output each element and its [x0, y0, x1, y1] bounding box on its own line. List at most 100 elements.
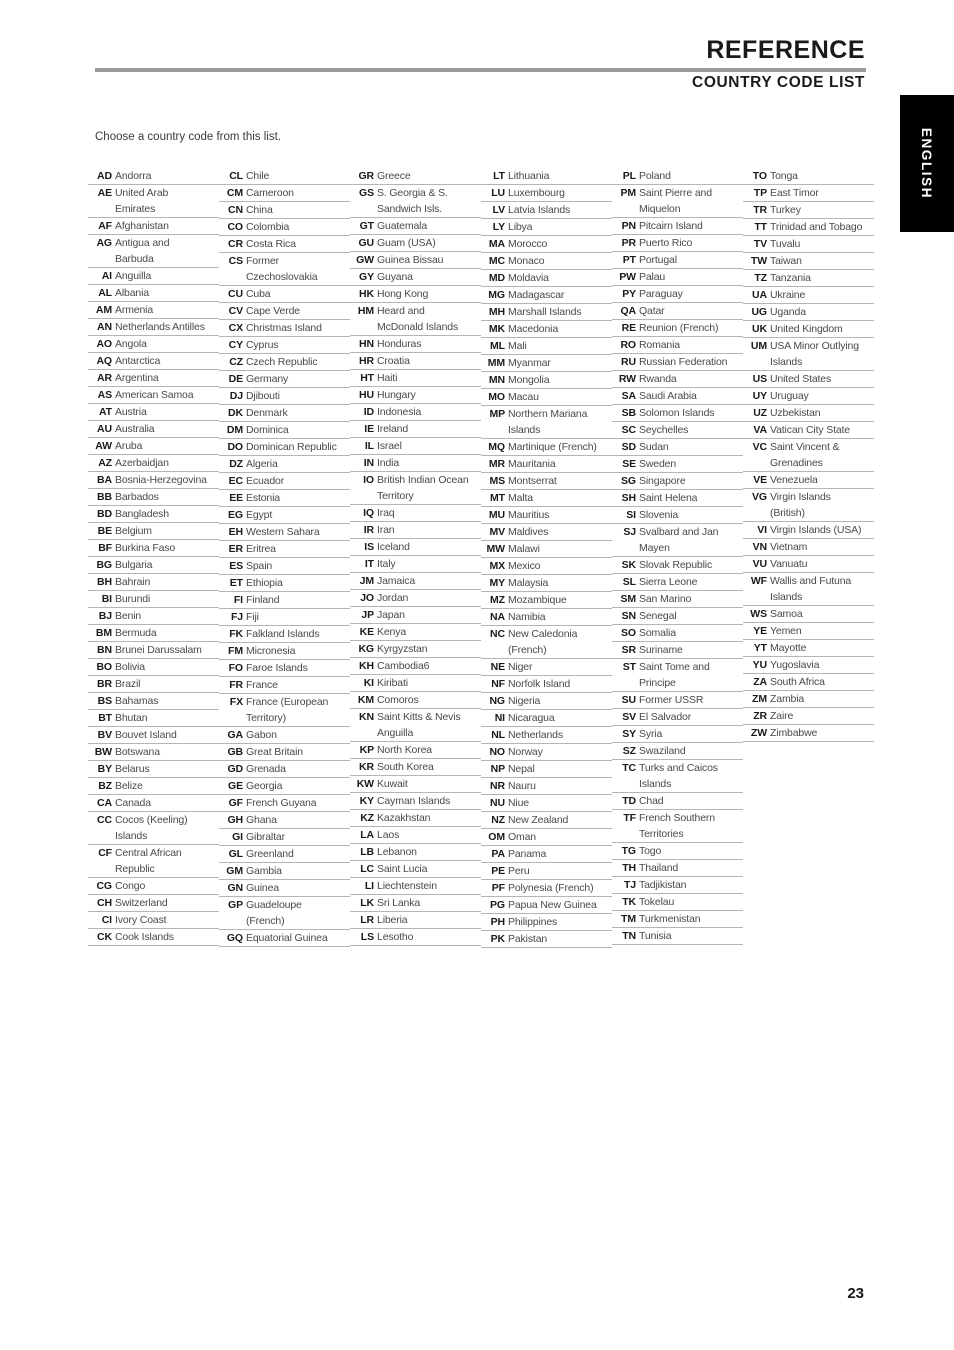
country-code-entry[interactable]: VU Vanuatu	[743, 556, 874, 573]
country-code-entry[interactable]: LK Sri Lanka	[350, 895, 481, 912]
country-code-entry[interactable]: TT Trinidad and Tobago	[743, 219, 874, 236]
country-code-entry[interactable]: FJ Fiji	[219, 609, 350, 626]
country-code-entry[interactable]: MN Mongolia	[481, 372, 612, 389]
country-code-entry[interactable]: MX Mexico	[481, 558, 612, 575]
country-code-entry[interactable]: PT Portugal	[612, 252, 743, 269]
country-code-entry[interactable]: EC Ecuador	[219, 473, 350, 490]
country-code-entry[interactable]: CF Central African Republic	[88, 845, 219, 878]
country-code-entry[interactable]: TP East Timor	[743, 185, 874, 202]
country-code-entry[interactable]: NO Norway	[481, 744, 612, 761]
country-code-entry[interactable]: AU Australia	[88, 421, 219, 438]
country-code-entry[interactable]: SN Senegal	[612, 608, 743, 625]
country-code-entry[interactable]: KZ Kazakhstan	[350, 810, 481, 827]
country-code-entry[interactable]: AI Anguilla	[88, 268, 219, 285]
country-code-entry[interactable]: KY Cayman Islands	[350, 793, 481, 810]
country-code-entry[interactable]: HR Croatia	[350, 353, 481, 370]
country-code-entry[interactable]: IT Italy	[350, 556, 481, 573]
country-code-entry[interactable]: UK United Kingdom	[743, 321, 874, 338]
country-code-entry[interactable]: GD Grenada	[219, 761, 350, 778]
country-code-entry[interactable]: BV Bouvet Island	[88, 727, 219, 744]
country-code-entry[interactable]: WS Samoa	[743, 606, 874, 623]
country-code-entry[interactable]: EH Western Sahara	[219, 524, 350, 541]
country-code-entry[interactable]: AZ Azerbaidjan	[88, 455, 219, 472]
country-code-entry[interactable]: TF French Southern Territories	[612, 810, 743, 843]
country-code-entry[interactable]: PY Paraguay	[612, 286, 743, 303]
country-code-entry[interactable]: SO Somalia	[612, 625, 743, 642]
country-code-entry[interactable]: GW Guinea Bissau	[350, 252, 481, 269]
country-code-entry[interactable]: GI Gibraltar	[219, 829, 350, 846]
country-code-entry[interactable]: YU Yugoslavia	[743, 657, 874, 674]
country-code-entry[interactable]: DM Dominica	[219, 422, 350, 439]
country-code-entry[interactable]: CO Colombia	[219, 219, 350, 236]
country-code-entry[interactable]: KN Saint Kitts & Nevis Anguilla	[350, 709, 481, 742]
country-code-entry[interactable]: BW Botswana	[88, 744, 219, 761]
country-code-entry[interactable]: ES Spain	[219, 558, 350, 575]
country-code-entry[interactable]: CA Canada	[88, 795, 219, 812]
country-code-entry[interactable]: RO Romania	[612, 337, 743, 354]
country-code-entry[interactable]: BM Bermuda	[88, 625, 219, 642]
country-code-entry[interactable]: MW Malawi	[481, 541, 612, 558]
country-code-entry[interactable]: LU Luxembourg	[481, 185, 612, 202]
country-code-entry[interactable]: BY Belarus	[88, 761, 219, 778]
country-code-entry[interactable]: GM Gambia	[219, 863, 350, 880]
country-code-entry[interactable]: PW Palau	[612, 269, 743, 286]
country-code-entry[interactable]: AM Armenia	[88, 302, 219, 319]
country-code-entry[interactable]: AQ Antarctica	[88, 353, 219, 370]
country-code-entry[interactable]: US United States	[743, 371, 874, 388]
country-code-entry[interactable]: HT Haiti	[350, 370, 481, 387]
country-code-entry[interactable]: BJ Benin	[88, 608, 219, 625]
country-code-entry[interactable]: HN Honduras	[350, 336, 481, 353]
country-code-entry[interactable]: NE Niger	[481, 659, 612, 676]
country-code-entry[interactable]: MP Northern Mariana Islands	[481, 406, 612, 439]
country-code-entry[interactable]: GL Greenland	[219, 846, 350, 863]
country-code-entry[interactable]: KP North Korea	[350, 742, 481, 759]
country-code-entry[interactable]: NI Nicaragua	[481, 710, 612, 727]
country-code-entry[interactable]: JO Jordan	[350, 590, 481, 607]
country-code-entry[interactable]: PN Pitcairn Island	[612, 218, 743, 235]
country-code-entry[interactable]: CL Chile	[219, 168, 350, 185]
country-code-entry[interactable]: SL Sierra Leone	[612, 574, 743, 591]
country-code-entry[interactable]: GP Guadeloupe (French)	[219, 897, 350, 930]
country-code-entry[interactable]: SR Suriname	[612, 642, 743, 659]
country-code-entry[interactable]: MH Marshall Islands	[481, 304, 612, 321]
country-code-entry[interactable]: BZ Belize	[88, 778, 219, 795]
country-code-entry[interactable]: RE Reunion (French)	[612, 320, 743, 337]
country-code-entry[interactable]: VI Virgin Islands (USA)	[743, 522, 874, 539]
country-code-entry[interactable]: GS S. Georgia & S. Sandwich Isls.	[350, 185, 481, 218]
country-code-entry[interactable]: AW Aruba	[88, 438, 219, 455]
country-code-entry[interactable]: PA Panama	[481, 846, 612, 863]
country-code-entry[interactable]: MV Maldives	[481, 524, 612, 541]
country-code-entry[interactable]: HU Hungary	[350, 387, 481, 404]
country-code-entry[interactable]: UM USA Minor Outlying Islands	[743, 338, 874, 371]
country-code-entry[interactable]: VG Virgin Islands (British)	[743, 489, 874, 522]
country-code-entry[interactable]: SG Singapore	[612, 473, 743, 490]
country-code-entry[interactable]: TN Tunisia	[612, 928, 743, 945]
country-code-entry[interactable]: FK Falkland Islands	[219, 626, 350, 643]
country-code-entry[interactable]: BH Bahrain	[88, 574, 219, 591]
country-code-entry[interactable]: PR Puerto Rico	[612, 235, 743, 252]
country-code-entry[interactable]: VC Saint Vincent & Grenadines	[743, 439, 874, 472]
country-code-entry[interactable]: SM San Marino	[612, 591, 743, 608]
country-code-entry[interactable]: ZM Zambia	[743, 691, 874, 708]
country-code-entry[interactable]: ST Saint Tome and Principe	[612, 659, 743, 692]
country-code-entry[interactable]: IO British Indian Ocean Territory	[350, 472, 481, 505]
country-code-entry[interactable]: CN China	[219, 202, 350, 219]
country-code-entry[interactable]: UY Uruguay	[743, 388, 874, 405]
country-code-entry[interactable]: UG Uganda	[743, 304, 874, 321]
country-code-entry[interactable]: SV El Salvador	[612, 709, 743, 726]
country-code-entry[interactable]: VE Venezuela	[743, 472, 874, 489]
country-code-entry[interactable]: FX France (European Territory)	[219, 694, 350, 727]
country-code-entry[interactable]: GQ Equatorial Guinea	[219, 930, 350, 947]
country-code-entry[interactable]: NA Namibia	[481, 609, 612, 626]
country-code-entry[interactable]: VN Vietnam	[743, 539, 874, 556]
country-code-entry[interactable]: SZ Swaziland	[612, 743, 743, 760]
country-code-entry[interactable]: KG Kyrgyzstan	[350, 641, 481, 658]
country-code-entry[interactable]: SE Sweden	[612, 456, 743, 473]
country-code-entry[interactable]: DZ Algeria	[219, 456, 350, 473]
country-code-entry[interactable]: DK Denmark	[219, 405, 350, 422]
country-code-entry[interactable]: AR Argentina	[88, 370, 219, 387]
country-code-entry[interactable]: DJ Djibouti	[219, 388, 350, 405]
country-code-entry[interactable]: BG Bulgaria	[88, 557, 219, 574]
country-code-entry[interactable]: TO Tonga	[743, 168, 874, 185]
country-code-entry[interactable]: KW Kuwait	[350, 776, 481, 793]
